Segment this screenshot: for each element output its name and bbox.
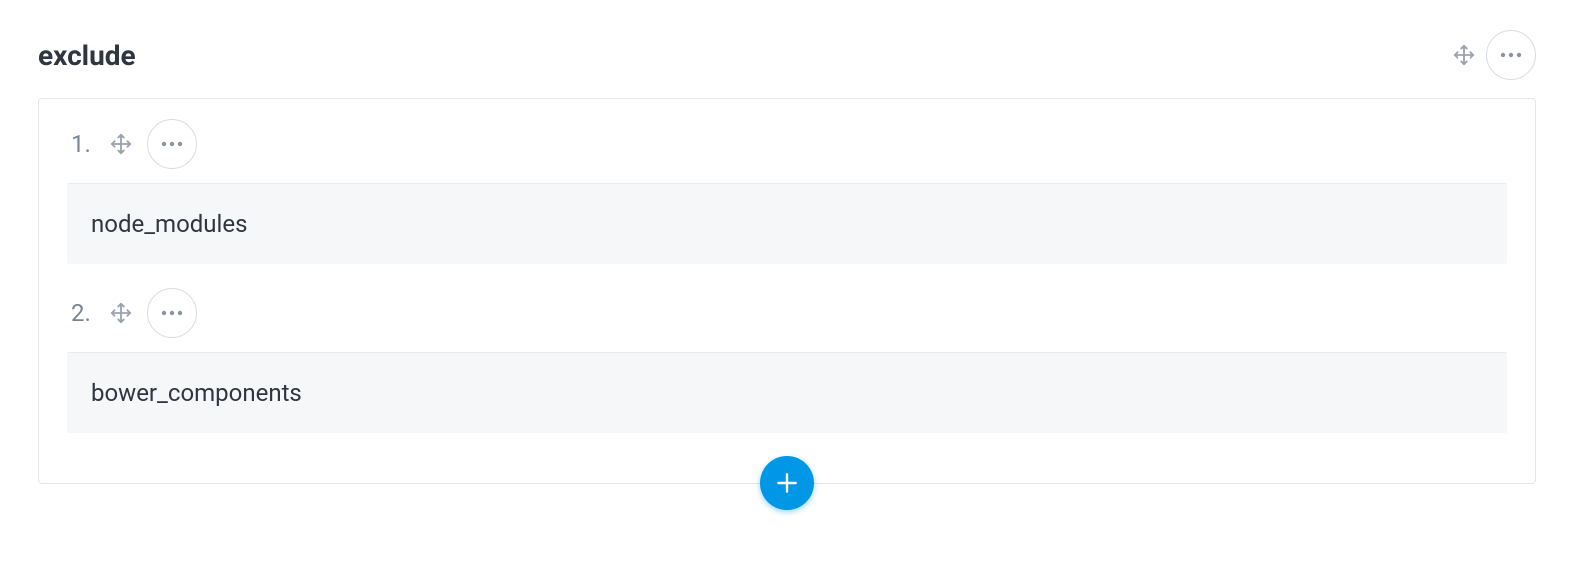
list-item: 1. node_modules bbox=[67, 119, 1507, 264]
section-more-button[interactable] bbox=[1486, 30, 1536, 80]
item-index: 2. bbox=[71, 299, 95, 327]
item-more-button[interactable] bbox=[147, 119, 197, 169]
items-panel: 1. node_modules bbox=[38, 98, 1536, 484]
list-item: 2. bower_components bbox=[67, 288, 1507, 433]
item-header: 1. bbox=[67, 119, 1507, 169]
section-header: exclude bbox=[38, 30, 1536, 80]
item-value-input[interactable]: node_modules bbox=[67, 183, 1507, 264]
item-more-button[interactable] bbox=[147, 288, 197, 338]
section-title: exclude bbox=[38, 39, 136, 72]
item-header: 2. bbox=[67, 288, 1507, 338]
move-icon[interactable] bbox=[109, 132, 133, 156]
item-index: 1. bbox=[71, 130, 95, 158]
section-controls bbox=[1452, 30, 1536, 80]
move-icon[interactable] bbox=[1452, 43, 1476, 67]
move-icon[interactable] bbox=[109, 301, 133, 325]
add-item-button[interactable] bbox=[760, 456, 814, 510]
item-value-input[interactable]: bower_components bbox=[67, 352, 1507, 433]
